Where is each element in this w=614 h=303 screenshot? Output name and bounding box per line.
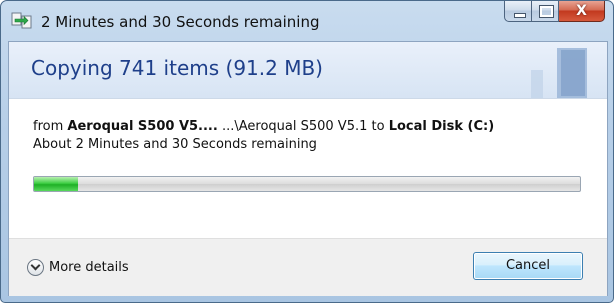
cancel-button[interactable]: Cancel bbox=[473, 252, 583, 280]
close-button[interactable]: X bbox=[559, 1, 605, 22]
copy-icon bbox=[11, 12, 32, 29]
copy-dialog-window: 2 Minutes and 30 Seconds remaining X Cop… bbox=[0, 0, 614, 303]
chevron-down-icon[interactable] bbox=[27, 259, 44, 276]
source-name[interactable]: Aeroqual S500 V5.... bbox=[67, 119, 217, 134]
maximize-button[interactable] bbox=[532, 1, 559, 22]
minimize-button[interactable] bbox=[504, 1, 532, 22]
dialog-content: Copying 741 items (91.2 MB) from Aeroqua… bbox=[8, 41, 608, 296]
copy-details: from Aeroqual S500 V5.... ...\Aeroqual S… bbox=[33, 118, 494, 154]
minimize-icon bbox=[514, 13, 526, 18]
more-details-label: More details bbox=[49, 260, 129, 275]
copy-route: from Aeroqual S500 V5.... ...\Aeroqual S… bbox=[33, 118, 494, 136]
maximize-icon bbox=[539, 5, 554, 18]
header-decoration-icon bbox=[531, 48, 587, 98]
destination-name[interactable]: Local Disk (C:) bbox=[389, 119, 494, 134]
source-path: ...\Aeroqual S500 V5.1 to bbox=[217, 119, 389, 134]
close-icon: X bbox=[576, 3, 587, 19]
title-bar[interactable]: 2 Minutes and 30 Seconds remaining X bbox=[1, 1, 613, 41]
dialog-header: Copying 741 items (91.2 MB) bbox=[9, 42, 607, 99]
copy-status-title: Copying 741 items (91.2 MB) bbox=[31, 56, 323, 80]
progress-bar bbox=[33, 176, 581, 192]
more-details-toggle[interactable]: More details bbox=[27, 259, 129, 276]
from-prefix: from bbox=[33, 119, 68, 134]
time-remaining: About 2 Minutes and 30 Seconds remaining bbox=[33, 137, 317, 152]
window-title: 2 Minutes and 30 Seconds remaining bbox=[41, 13, 320, 31]
caption-buttons: X bbox=[504, 1, 605, 23]
progress-bar-fill bbox=[34, 177, 78, 191]
dialog-footer: More details Cancel bbox=[9, 238, 607, 296]
